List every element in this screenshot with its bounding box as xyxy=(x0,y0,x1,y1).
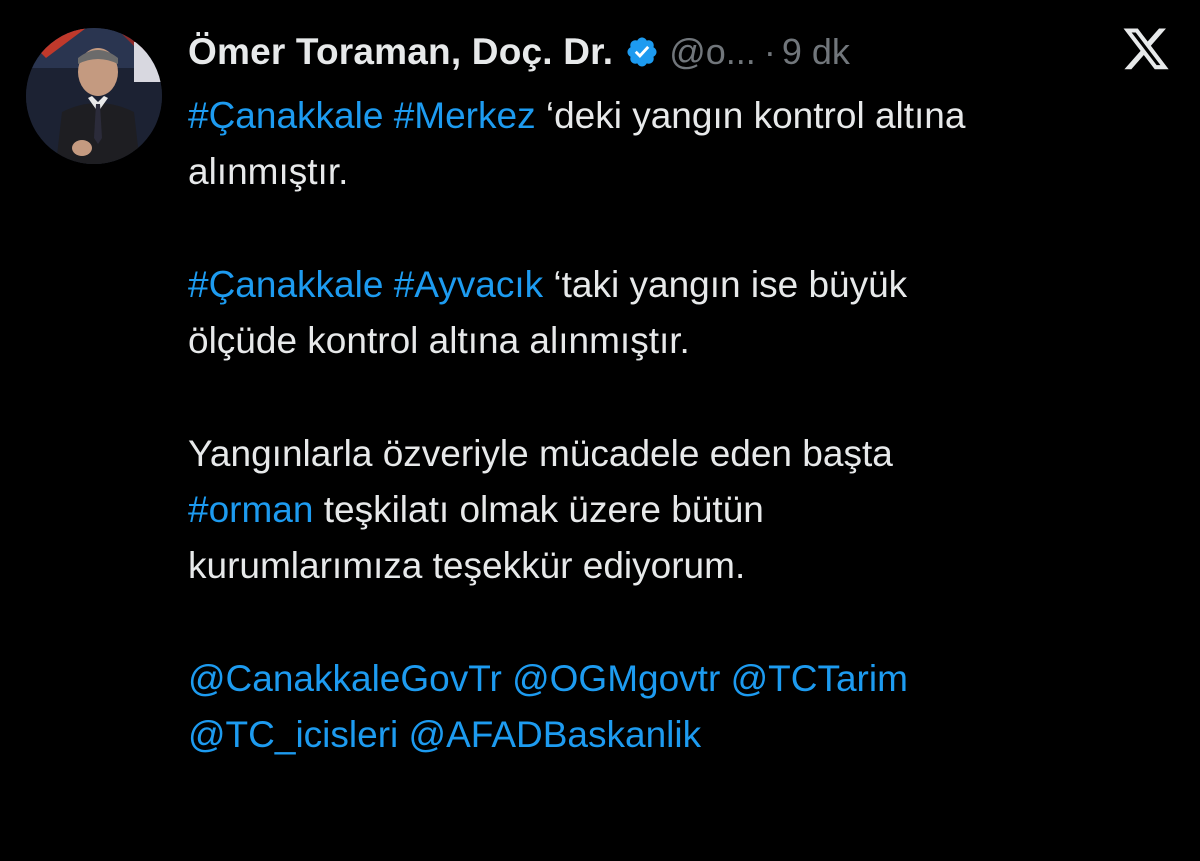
mention-ogmgovtr[interactable]: @OGMgovtr xyxy=(512,658,720,699)
paragraph-4: @CanakkaleGovTr @OGMgovtr @TCTarim @TC_i… xyxy=(188,651,1188,763)
mention-tctarim[interactable]: @TCTarim xyxy=(731,658,908,699)
avatar-photo xyxy=(26,28,162,164)
author-handle[interactable]: @o... xyxy=(669,31,756,73)
mention-tc-icisleri[interactable]: @TC_icisleri xyxy=(188,714,398,755)
paragraph-2-text: ‘taki yangın ise büyük xyxy=(543,264,908,305)
paragraph-1-text: ‘deki yangın kontrol altına xyxy=(535,95,966,136)
tweet-header: Ömer Toraman, Doç. Dr. @o... · 9 dk xyxy=(188,22,850,82)
hashtag-merkez[interactable]: #Merkez xyxy=(394,95,536,136)
verified-badge-icon xyxy=(625,35,659,69)
hashtag-canakkale[interactable]: #Çanakkale xyxy=(188,95,383,136)
separator-dot: · xyxy=(763,31,776,72)
paragraph-2-text-line2: ölçüde kontrol altına alınmıştır. xyxy=(188,320,690,361)
tweet-text: #Çanakkale #Merkez ‘deki yangın kontrol … xyxy=(188,88,1188,763)
paragraph-3-line1: Yangınlarla özveriyle mücadele eden başt… xyxy=(188,433,893,474)
timestamp[interactable]: 9 dk xyxy=(782,31,850,73)
paragraph-3-line3: kurumlarımıza teşekkür ediyorum. xyxy=(188,545,746,586)
mention-canakkalegovtr[interactable]: @CanakkaleGovTr xyxy=(188,658,502,699)
paragraph-3: Yangınlarla özveriyle mücadele eden başt… xyxy=(188,426,1188,594)
x-logo-icon[interactable] xyxy=(1120,28,1172,74)
paragraph-1: #Çanakkale #Merkez ‘deki yangın kontrol … xyxy=(188,88,1188,200)
hashtag-orman[interactable]: #orman xyxy=(188,489,313,530)
tweet: Ömer Toraman, Doç. Dr. @o... · 9 dk #Çan… xyxy=(0,0,1200,861)
hashtag-canakkale[interactable]: #Çanakkale xyxy=(188,264,383,305)
paragraph-1-text-line2: alınmıştır. xyxy=(188,151,349,192)
author-name[interactable]: Ömer Toraman, Doç. Dr. xyxy=(188,31,613,73)
paragraph-3-line2: teşkilatı olmak üzere bütün xyxy=(313,489,764,530)
hashtag-ayvacik[interactable]: #Ayvacık xyxy=(394,264,543,305)
mention-afadbaskanlik[interactable]: @AFADBaskanlik xyxy=(409,714,702,755)
avatar[interactable] xyxy=(26,28,162,164)
paragraph-2: #Çanakkale #Ayvacık ‘taki yangın ise büy… xyxy=(188,257,1188,369)
